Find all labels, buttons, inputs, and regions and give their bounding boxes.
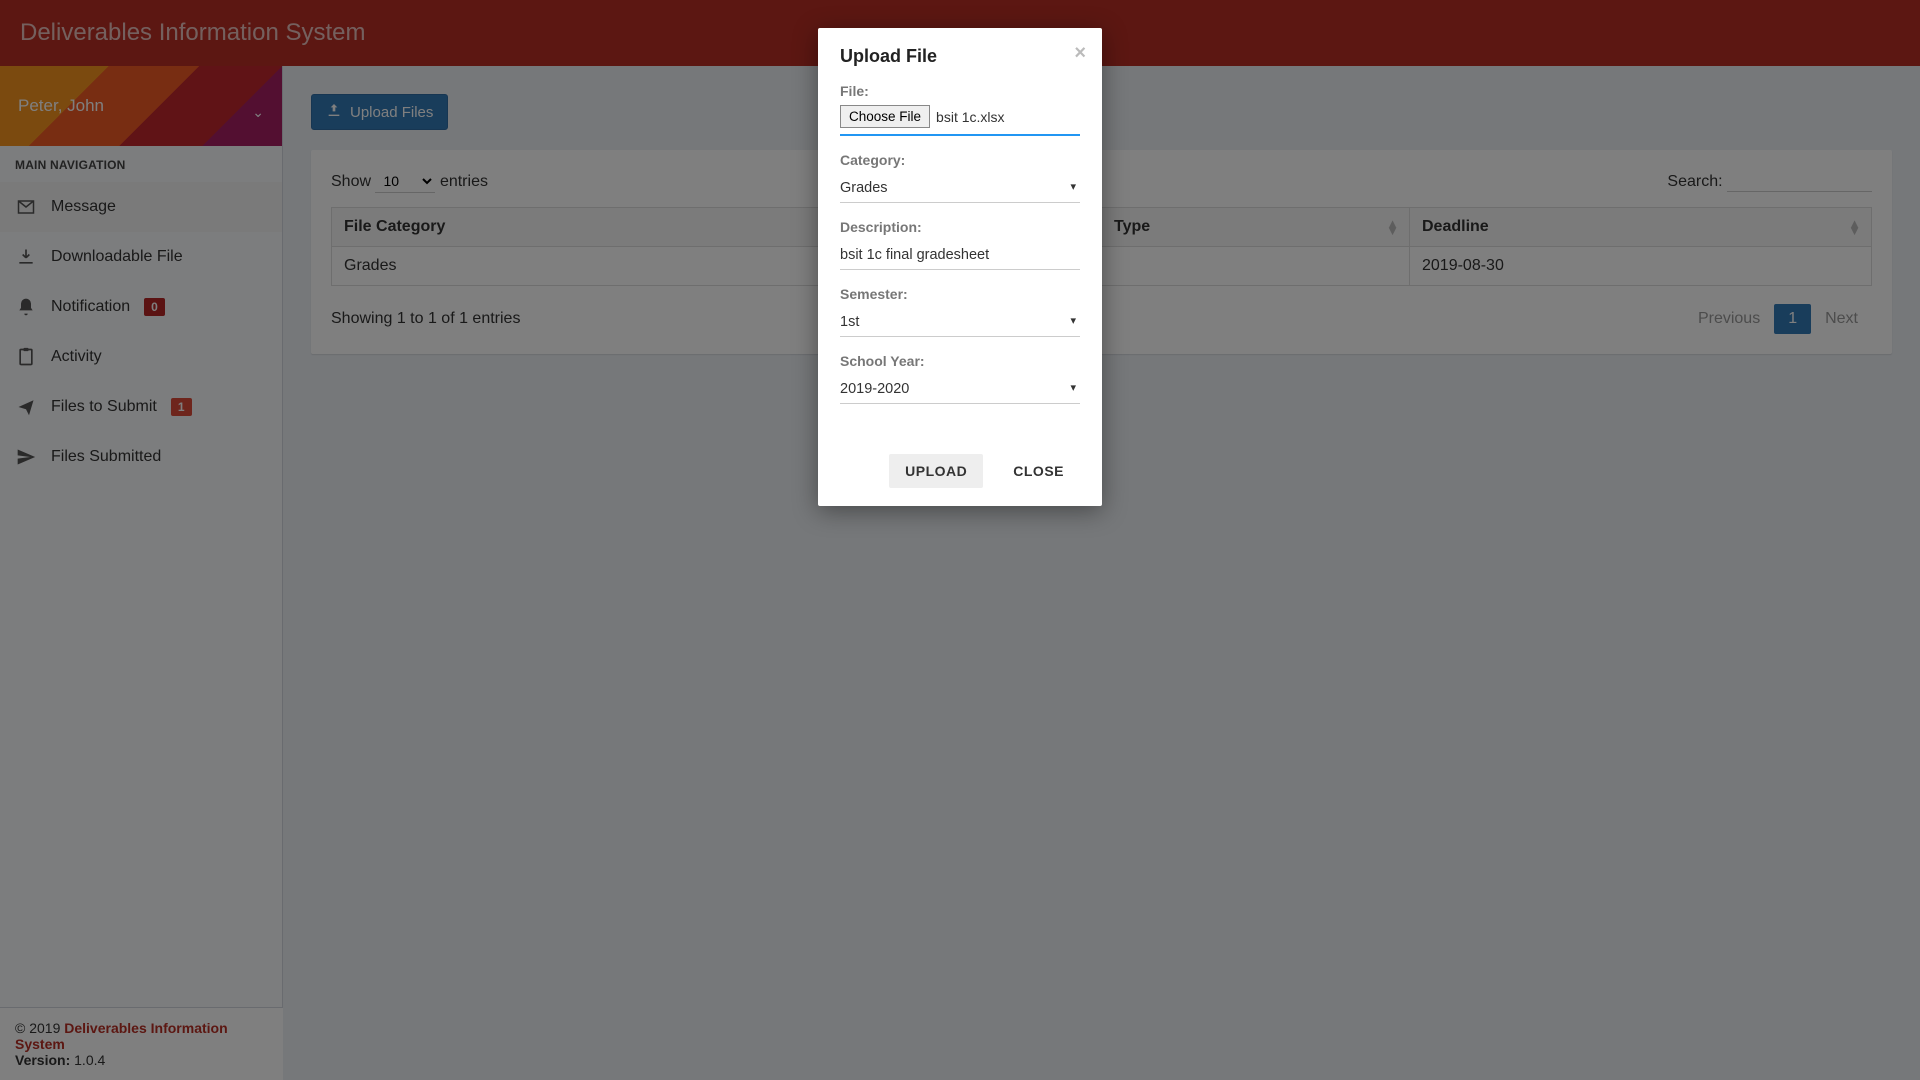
description-label: Description:: [840, 219, 1080, 235]
selected-filename: bsit 1c.xlsx: [936, 109, 1004, 125]
upload-file-modal: Upload File × File: Choose File bsit 1c.…: [818, 28, 1102, 506]
close-button[interactable]: CLOSE: [997, 454, 1080, 488]
file-picker: Choose File bsit 1c.xlsx: [840, 105, 1080, 136]
field-file: File: Choose File bsit 1c.xlsx: [840, 83, 1080, 136]
modal-title: Upload File: [840, 46, 1080, 67]
close-icon[interactable]: ×: [1074, 42, 1086, 65]
file-label: File:: [840, 83, 1080, 99]
semester-label: Semester:: [840, 286, 1080, 302]
category-select[interactable]: Grades: [840, 174, 1080, 203]
field-category: Category: Grades: [840, 152, 1080, 203]
field-description: Description:: [840, 219, 1080, 270]
category-label: Category:: [840, 152, 1080, 168]
modal-header: Upload File ×: [818, 28, 1102, 79]
semester-select[interactable]: 1st: [840, 308, 1080, 337]
modal-footer: UPLOAD CLOSE: [818, 440, 1102, 506]
modal-body: File: Choose File bsit 1c.xlsx Category:…: [818, 79, 1102, 440]
upload-button[interactable]: UPLOAD: [889, 454, 983, 488]
field-school-year: School Year: 2019-2020: [840, 353, 1080, 404]
choose-file-button[interactable]: Choose File: [840, 105, 930, 128]
description-input[interactable]: [840, 241, 1080, 270]
school-year-select[interactable]: 2019-2020: [840, 375, 1080, 404]
field-semester: Semester: 1st: [840, 286, 1080, 337]
school-year-label: School Year:: [840, 353, 1080, 369]
